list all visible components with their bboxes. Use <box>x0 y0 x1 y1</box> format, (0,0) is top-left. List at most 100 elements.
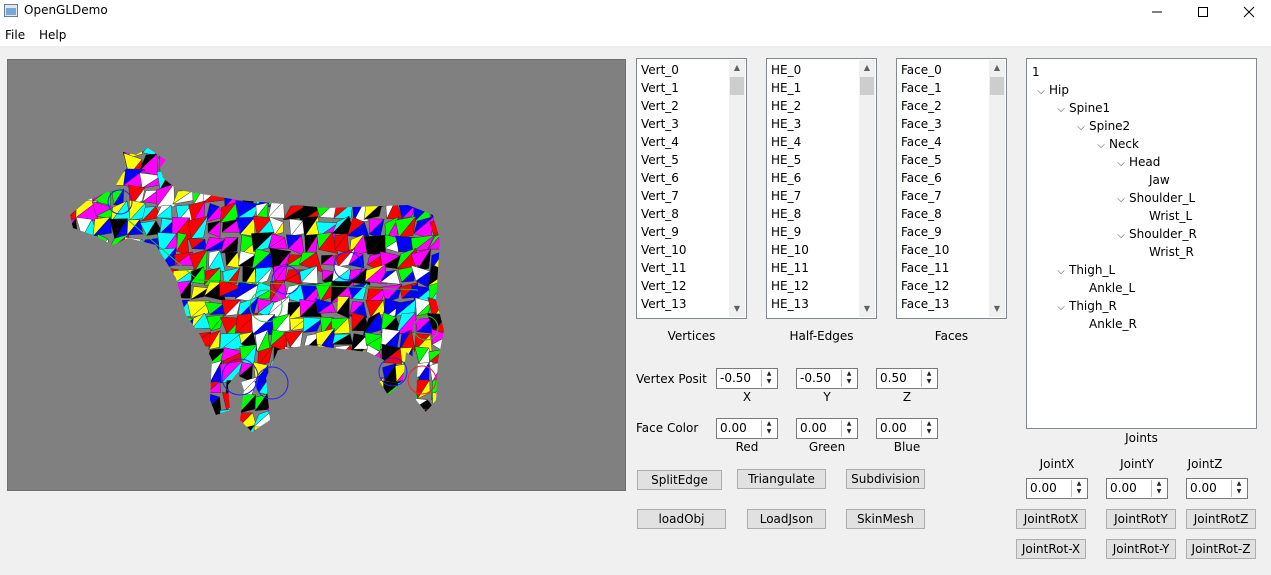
spin-up-icon[interactable]: ▲ <box>1232 480 1246 488</box>
list-item[interactable]: Face_13 <box>899 295 988 313</box>
list-item[interactable]: HE_11 <box>769 259 858 277</box>
chevron-down-icon[interactable]: ⌵ <box>1093 137 1109 155</box>
list-item[interactable]: HE_8 <box>769 205 858 223</box>
spin-up-icon[interactable]: ▲ <box>762 420 776 428</box>
list-item[interactable]: HE_3 <box>769 115 858 133</box>
menu-help[interactable]: Help <box>39 28 66 42</box>
chevron-down-icon[interactable]: ⌵ <box>1113 155 1129 173</box>
spin-down-icon[interactable]: ▼ <box>842 378 856 386</box>
list-item[interactable]: Face_7 <box>899 187 988 205</box>
tree-node[interactable]: ⌵ Shoulder_R <box>1113 225 1197 243</box>
spin-up-icon[interactable]: ▲ <box>1152 480 1166 488</box>
spin-up-icon[interactable]: ▲ <box>842 420 856 428</box>
spin-down-icon[interactable]: ▼ <box>762 428 776 436</box>
joint-x-spinbox[interactable]: 0.00 ▲ ▼ <box>1026 478 1088 499</box>
spin-down-icon[interactable]: ▼ <box>1152 488 1166 496</box>
face-red-spinbox[interactable]: 0.00 ▲ ▼ <box>716 418 778 439</box>
list-item[interactable]: Vert_6 <box>639 169 728 187</box>
list-item[interactable]: Face_0 <box>899 61 988 79</box>
chevron-down-icon[interactable]: ⌵ <box>1033 83 1049 101</box>
spin-up-icon[interactable]: ▲ <box>922 370 936 378</box>
list-item[interactable]: HE_2 <box>769 97 858 115</box>
scroll-down-icon[interactable]: ▼ <box>859 301 875 317</box>
list-item[interactable]: Vert_13 <box>639 295 728 313</box>
chevron-down-icon[interactable]: ⌵ <box>1053 263 1069 281</box>
list-item[interactable]: HE_12 <box>769 277 858 295</box>
list-item[interactable]: Vert_11 <box>639 259 728 277</box>
vertices-scrollbar[interactable]: ▲ ▼ <box>729 60 745 317</box>
opengl-viewport[interactable] <box>7 59 626 491</box>
list-item[interactable]: HE_7 <box>769 187 858 205</box>
tree-node[interactable]: Wrist_L <box>1133 207 1192 225</box>
tree-node[interactable]: ⌵ Hip <box>1033 81 1069 99</box>
list-item[interactable]: Face_5 <box>899 151 988 169</box>
load-json-button[interactable]: LoadJson <box>747 509 826 529</box>
joint-y-spinbox[interactable]: 0.00 ▲ ▼ <box>1106 478 1168 499</box>
joint-rot-x-button[interactable]: JointRotX <box>1016 509 1086 529</box>
spin-down-icon[interactable]: ▼ <box>1072 488 1086 496</box>
spin-up-icon[interactable]: ▲ <box>922 420 936 428</box>
scroll-thumb[interactable] <box>990 77 1004 95</box>
tree-node[interactable]: ⌵ Head <box>1113 153 1160 171</box>
scroll-up-icon[interactable]: ▲ <box>729 60 745 76</box>
spin-down-icon[interactable]: ▼ <box>842 428 856 436</box>
tree-node[interactable]: Jaw <box>1133 171 1170 189</box>
list-item[interactable]: Face_8 <box>899 205 988 223</box>
list-item[interactable]: Vert_10 <box>639 241 728 259</box>
joint-rot-y-button[interactable]: JointRotY <box>1106 509 1176 529</box>
scroll-thumb[interactable] <box>730 77 744 95</box>
half-edges-list[interactable]: HE_0 HE_1 HE_2 HE_3 HE_4 HE_5 HE_6 HE_7 HE_8 HE_9… <box>766 58 877 319</box>
vertex-y-spinbox[interactable]: -0.50 ▲ ▼ <box>796 368 858 389</box>
list-item[interactable]: Vert_12 <box>639 277 728 295</box>
scroll-down-icon[interactable]: ▼ <box>989 301 1005 317</box>
list-item[interactable]: Vert_9 <box>639 223 728 241</box>
list-item[interactable]: HE_1 <box>769 79 858 97</box>
list-item[interactable]: Vert_0 <box>639 61 728 79</box>
chevron-down-icon[interactable]: ⌵ <box>1053 299 1069 317</box>
list-item[interactable]: Vert_2 <box>639 97 728 115</box>
half-edges-scrollbar[interactable]: ▲ ▼ <box>859 60 875 317</box>
list-item[interactable]: HE_0 <box>769 61 858 79</box>
spin-down-icon[interactable]: ▼ <box>922 378 936 386</box>
tree-node[interactable]: ⌵ Spine1 <box>1053 99 1110 117</box>
close-button[interactable] <box>1226 0 1271 24</box>
list-item[interactable]: Vert_5 <box>639 151 728 169</box>
scroll-up-icon[interactable]: ▲ <box>859 60 875 76</box>
spin-up-icon[interactable]: ▲ <box>762 370 776 378</box>
list-item[interactable]: Face_11 <box>899 259 988 277</box>
joint-rot-neg-x-button[interactable]: JointRot-X <box>1016 539 1086 559</box>
maximize-button[interactable] <box>1180 0 1226 24</box>
list-item[interactable]: Face_1 <box>899 79 988 97</box>
face-blue-spinbox[interactable]: 0.00 ▲ ▼ <box>876 418 938 439</box>
spin-down-icon[interactable]: ▼ <box>922 428 936 436</box>
joints-tree[interactable]: 1 ⌵ Hip ⌵ Spine1 ⌵ Spine2 ⌵ Neck ⌵ Head Jaw ⌵ Should… <box>1026 58 1257 429</box>
list-item[interactable]: Vert_3 <box>639 115 728 133</box>
spin-down-icon[interactable]: ▼ <box>762 378 776 386</box>
list-item[interactable]: Vert_7 <box>639 187 728 205</box>
scroll-down-icon[interactable]: ▼ <box>729 301 745 317</box>
tree-node[interactable]: Ankle_R <box>1073 315 1137 333</box>
tree-node[interactable]: ⌵ Neck <box>1093 135 1139 153</box>
joint-rot-z-button[interactable]: JointRotZ <box>1186 509 1256 529</box>
list-item[interactable]: Face_9 <box>899 223 988 241</box>
tree-node[interactable]: ⌵ Shoulder_L <box>1113 189 1195 207</box>
faces-list[interactable]: Face_0 Face_1 Face_2 Face_3 Face_4 Face_5 Face… <box>896 58 1007 319</box>
chevron-down-icon[interactable]: ⌵ <box>1053 101 1069 119</box>
tree-node[interactable]: Ankle_L <box>1073 279 1135 297</box>
vertex-z-spinbox[interactable]: 0.50 ▲ ▼ <box>876 368 938 389</box>
triangulate-button[interactable]: Triangulate <box>737 469 826 489</box>
skin-mesh-button[interactable]: SkinMesh <box>846 509 925 529</box>
vertex-x-spinbox[interactable]: -0.50 ▲ ▼ <box>716 368 778 389</box>
faces-scrollbar[interactable]: ▲ ▼ <box>989 60 1005 317</box>
spin-down-icon[interactable]: ▼ <box>1232 488 1246 496</box>
list-item[interactable]: HE_9 <box>769 223 858 241</box>
list-item[interactable]: Face_2 <box>899 97 988 115</box>
list-item[interactable]: Face_3 <box>899 115 988 133</box>
chevron-down-icon[interactable]: ⌵ <box>1113 227 1129 245</box>
tree-node[interactable]: ⌵ Spine2 <box>1073 117 1130 135</box>
list-item[interactable]: HE_4 <box>769 133 858 151</box>
list-item[interactable]: Vert_1 <box>639 79 728 97</box>
joint-rot-neg-z-button[interactable]: JointRot-Z <box>1186 539 1256 559</box>
chevron-down-icon[interactable]: ⌵ <box>1073 119 1089 137</box>
scroll-thumb[interactable] <box>860 77 874 95</box>
